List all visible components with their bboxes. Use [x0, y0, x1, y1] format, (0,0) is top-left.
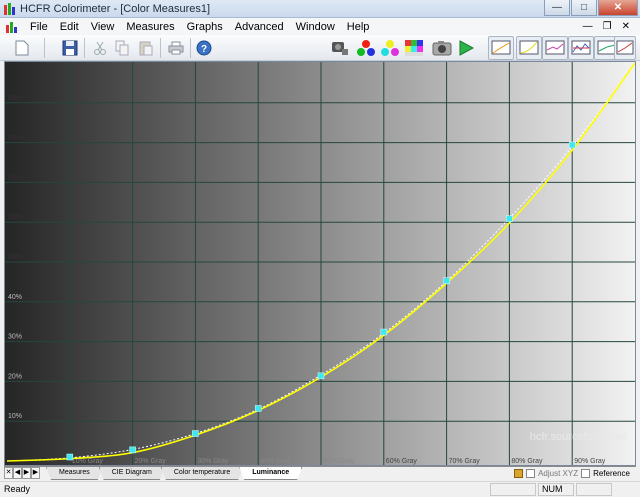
status-cell-empty-2 — [576, 483, 612, 496]
y-tick-label: 80% — [8, 135, 22, 142]
x-tick-label: 20% Gray — [135, 458, 167, 465]
help-icon[interactable]: ? — [194, 38, 214, 58]
tab-last-icon[interactable]: ▶ — [31, 467, 40, 479]
menu-edit[interactable]: Edit — [54, 21, 85, 33]
menu-help[interactable]: Help — [341, 21, 376, 33]
grayscale-ramp-background — [5, 62, 635, 465]
tab-luminance[interactable]: Luminance — [239, 467, 302, 480]
minimize-button[interactable]: — — [544, 0, 570, 16]
tab-color-temperature[interactable]: Color temperature — [161, 467, 243, 480]
measurement-point — [506, 215, 513, 222]
x-tick-label: 50% Gray — [323, 458, 355, 465]
tab-prev-icon[interactable]: ◀ — [13, 467, 22, 479]
save-icon[interactable] — [60, 38, 80, 58]
cut-icon[interactable] — [90, 38, 110, 58]
adjust-xyz-checkbox[interactable] — [526, 469, 536, 478]
menu-graphs[interactable]: Graphs — [181, 21, 229, 33]
menu-window[interactable]: Window — [290, 21, 341, 33]
measurement-point — [129, 446, 136, 454]
y-tick-label: 90% — [8, 95, 22, 102]
title-bar: HCFR Colorimeter - [Color Measures1] — □… — [0, 0, 640, 18]
window-title: HCFR Colorimeter - [Color Measures1] — [20, 3, 211, 15]
graph-view-1-icon[interactable] — [488, 36, 514, 60]
lock-icon[interactable] — [514, 469, 524, 478]
mdi-close-icon[interactable]: ✕ — [622, 21, 630, 32]
measurement-point — [568, 141, 576, 149]
document-icon[interactable] — [6, 21, 20, 33]
mdi-minimize-icon[interactable]: — — [583, 21, 593, 32]
menu-measures[interactable]: Measures — [120, 21, 180, 33]
measurement-point — [380, 328, 388, 336]
sensor-icon[interactable] — [330, 38, 350, 58]
graph-view-4-icon[interactable] — [568, 36, 594, 60]
tab-measures[interactable]: Measures — [46, 467, 103, 480]
adjust-xyz-label: Adjust XYZ — [538, 469, 579, 478]
app-icon — [4, 3, 16, 15]
luminance-chart-panel: 10% 20% 30% 40% 50% 60% 70% 80% 90% 10% Gray 20% … — [4, 61, 636, 466]
rgb-primaries-icon[interactable] — [356, 38, 376, 58]
close-button[interactable]: ✕ — [598, 0, 638, 16]
y-tick-label: 30% — [8, 334, 22, 341]
menu-file[interactable]: File — [24, 21, 54, 33]
graph-view-2-icon[interactable] — [516, 36, 542, 60]
toolbar: ? — [0, 35, 640, 61]
x-axis-labels: 10% Gray 20% Gray 30% Gray 40% Gray 50% Gray… — [72, 458, 606, 465]
x-tick-label: 80% Gray — [511, 458, 543, 465]
x-tick-label: 70% Gray — [449, 458, 481, 465]
camera-icon[interactable] — [432, 38, 452, 58]
x-tick-label: 10% Gray — [72, 458, 104, 465]
status-text: Ready — [4, 484, 31, 494]
y-tick-label: 20% — [8, 373, 22, 380]
mdi-restore-icon[interactable]: ❐ — [603, 21, 612, 32]
status-cell-empty-1 — [490, 483, 536, 496]
play-icon[interactable] — [456, 38, 476, 58]
color-palette-icon[interactable] — [404, 38, 424, 58]
new-document-icon[interactable] — [12, 38, 32, 58]
reference-checkbox[interactable] — [581, 469, 591, 478]
measurement-point — [66, 453, 74, 461]
reference-label: Reference — [593, 469, 630, 478]
status-bar: Ready NUM — [0, 481, 640, 497]
secondaries-icon[interactable] — [380, 38, 400, 58]
tab-bar: ✕ ◀ ▶ ▶ Measures CIE Diagram Color tempe… — [4, 466, 636, 481]
graph-view-6-icon[interactable] — [614, 36, 636, 60]
x-tick-label: 40% Gray — [260, 458, 292, 465]
menu-advanced[interactable]: Advanced — [229, 21, 290, 33]
x-tick-label: 60% Gray — [386, 458, 418, 465]
luminance-chart: 10% 20% 30% 40% 50% 60% 70% 80% 90% 10% Gray 20% … — [5, 62, 635, 465]
watermark: hcfr.sourceforge.net — [529, 431, 627, 443]
tab-first-icon[interactable]: ✕ — [4, 467, 13, 479]
print-icon[interactable] — [166, 38, 186, 58]
measurement-point — [254, 405, 262, 412]
measurement-point — [443, 277, 450, 284]
y-tick-label: 10% — [8, 413, 22, 420]
svg-text:?: ? — [201, 44, 207, 55]
y-tick-label: 40% — [8, 294, 22, 301]
status-num: NUM — [538, 483, 574, 496]
y-tick-label: 70% — [8, 174, 22, 181]
copy-icon[interactable] — [112, 38, 132, 58]
maximize-button[interactable]: □ — [571, 0, 597, 16]
x-tick-label: 30% Gray — [197, 458, 229, 465]
graph-view-3-icon[interactable] — [542, 36, 568, 60]
measurement-point — [317, 372, 325, 380]
measurement-point — [192, 430, 199, 437]
menu-bar: File Edit View Measures Graphs Advanced … — [0, 18, 640, 35]
tab-next-icon[interactable]: ▶ — [22, 467, 31, 479]
y-tick-label: 50% — [8, 254, 22, 261]
menu-view[interactable]: View — [85, 21, 121, 33]
tab-cie-diagram[interactable]: CIE Diagram — [99, 467, 165, 480]
x-tick-label: 90% Gray — [574, 458, 606, 465]
y-tick-label: 60% — [8, 214, 22, 221]
paste-icon[interactable] — [136, 38, 156, 58]
